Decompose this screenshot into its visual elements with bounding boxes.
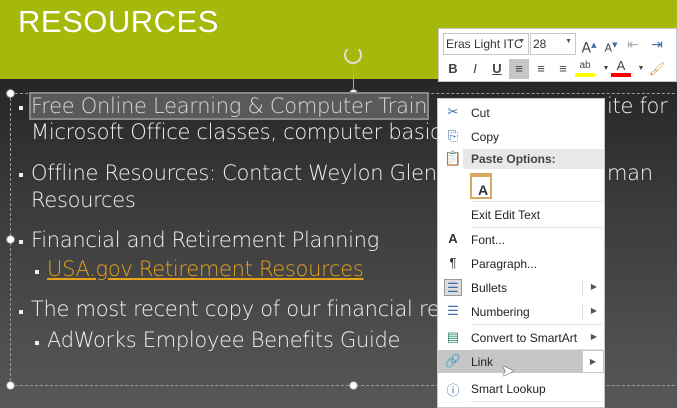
- copy-icon: ⎘: [447, 128, 459, 143]
- retirement-link[interactable]: USA.gov Retirement Resources: [47, 257, 364, 281]
- resize-handle[interactable]: [6, 235, 15, 244]
- menu-label: Exit Edit Text: [471, 208, 541, 222]
- divider: [471, 324, 603, 325]
- bullet-text[interactable]: Offline Resources: Contact Weylon Glen: [31, 161, 437, 185]
- font-select[interactable]: Eras Light ITC ▼: [443, 33, 529, 55]
- divider: [471, 201, 603, 202]
- menu-label: Numbering: [471, 305, 530, 319]
- scissors-icon: ✂: [447, 104, 459, 119]
- bullet-text[interactable]: man: [607, 161, 653, 185]
- context-menu: ✂ Cut ⎘ Copy 📋 Paste Options: A Exit Edit …: [437, 98, 605, 408]
- mini-toolbar: Eras Light ITC ▼ 28 ▼ A▲ A▼ ⇤ ⇥ B I U ≡ ≡ …: [438, 28, 677, 82]
- menu-label: Paragraph...: [471, 257, 538, 271]
- selected-text[interactable]: Free Online Learning & Computer Train: [28, 92, 430, 120]
- submenu-arrow-icon[interactable]: ▶: [591, 306, 597, 315]
- divider: [471, 401, 603, 402]
- bold-button[interactable]: B: [443, 59, 463, 79]
- rotate-handle-icon[interactable]: [344, 46, 362, 64]
- smart-lookup-icon: ⓘ: [446, 383, 460, 398]
- shrink-font-icon[interactable]: A▼: [601, 35, 621, 55]
- divider: [582, 304, 583, 319]
- menu-item-link[interactable]: 🔗 Link ▶: [438, 350, 604, 373]
- bullets-icon: ☰: [444, 279, 462, 296]
- menu-item-cut[interactable]: ✂ Cut: [438, 101, 604, 124]
- divider: [582, 280, 583, 295]
- slide-title[interactable]: RESOURCES: [18, 4, 219, 40]
- menu-label: Bullets: [471, 281, 508, 295]
- bullet-text[interactable]: Microsoft Office classes, computer basic: [31, 120, 442, 144]
- menu-label: Copy: [471, 130, 500, 144]
- menu-label: Font...: [471, 233, 506, 247]
- align-left-icon[interactable]: ≡: [509, 59, 529, 79]
- bullet-icon: [19, 310, 23, 314]
- resize-handle[interactable]: [6, 381, 15, 390]
- bullet-text[interactable]: AdWorks Employee Benefits Guide: [47, 328, 400, 352]
- chevron-down-icon: ▼: [518, 38, 525, 45]
- paste-options-header: Paste Options:: [463, 149, 604, 169]
- menu-label: Convert to SmartArt: [471, 331, 578, 345]
- bullet-icon: [35, 270, 39, 274]
- italic-button[interactable]: I: [465, 59, 485, 79]
- font-size-select[interactable]: 28 ▼: [530, 33, 576, 55]
- numbering-icon: ☰: [447, 303, 459, 318]
- font-color-icon[interactable]: A: [611, 59, 631, 77]
- align-center-icon[interactable]: ≡: [531, 59, 551, 79]
- font-size-value: 28: [533, 37, 547, 51]
- menu-item-smart-lookup[interactable]: ⓘ Smart Lookup: [438, 377, 604, 400]
- submenu-arrow-icon: ▶: [590, 332, 597, 341]
- menu-item-paragraph[interactable]: ¶ Paragraph...: [438, 252, 604, 275]
- decrease-indent-icon[interactable]: ⇤: [623, 35, 643, 55]
- bullet-text[interactable]: ite for: [607, 94, 668, 118]
- smartart-icon: ▤: [446, 329, 460, 344]
- menu-item-font[interactable]: A Font...: [438, 228, 604, 251]
- paste-icon: 📋: [444, 150, 462, 166]
- menu-item-convert-to-smartart[interactable]: ▤ Convert to SmartArt ▶: [438, 326, 604, 349]
- increase-indent-icon[interactable]: ⇥: [647, 35, 667, 55]
- font-icon: A: [448, 231, 458, 246]
- menu-item-bullets[interactable]: ☰ Bullets ▶: [438, 276, 604, 299]
- menu-label: Link: [471, 355, 494, 369]
- bullet-icon: [19, 173, 23, 177]
- rotation-line: [353, 64, 354, 92]
- highlight-color-icon[interactable]: ab: [575, 59, 595, 77]
- resize-handle[interactable]: [6, 89, 15, 98]
- bullet-icon: [19, 106, 23, 110]
- bullet-icon: [35, 341, 39, 345]
- format-painter-icon[interactable]: 🖌: [647, 59, 667, 79]
- bullet-text[interactable]: The most recent copy of our financial re: [31, 297, 440, 321]
- font-value: Eras Light ITC: [446, 37, 523, 51]
- menu-label: Smart Lookup: [471, 382, 546, 396]
- align-right-icon[interactable]: ≡: [553, 59, 573, 79]
- paragraph-icon: ¶: [449, 255, 457, 270]
- submenu-arrow-icon[interactable]: ▶: [591, 282, 597, 291]
- bullet-text[interactable]: Financial and Retirement Planning: [31, 228, 379, 252]
- bullet-icon: [19, 240, 23, 244]
- menu-item-numbering[interactable]: ☰ Numbering ▶: [438, 300, 604, 323]
- link-icon: 🔗: [444, 353, 462, 368]
- menu-item-copy[interactable]: ⎘ Copy: [438, 125, 604, 148]
- resize-handle[interactable]: [349, 381, 358, 390]
- submenu-arrow-icon[interactable]: ▶: [583, 351, 603, 372]
- chevron-down-icon: ▼: [565, 38, 572, 45]
- bullet-text[interactable]: Resources: [31, 188, 136, 212]
- grow-font-icon[interactable]: A▲: [579, 35, 599, 57]
- underline-button[interactable]: U: [487, 59, 507, 79]
- menu-item-exit-edit-text[interactable]: Exit Edit Text: [438, 203, 604, 226]
- menu-label: Cut: [471, 106, 490, 120]
- paste-keep-text-only-button[interactable]: A: [470, 173, 492, 199]
